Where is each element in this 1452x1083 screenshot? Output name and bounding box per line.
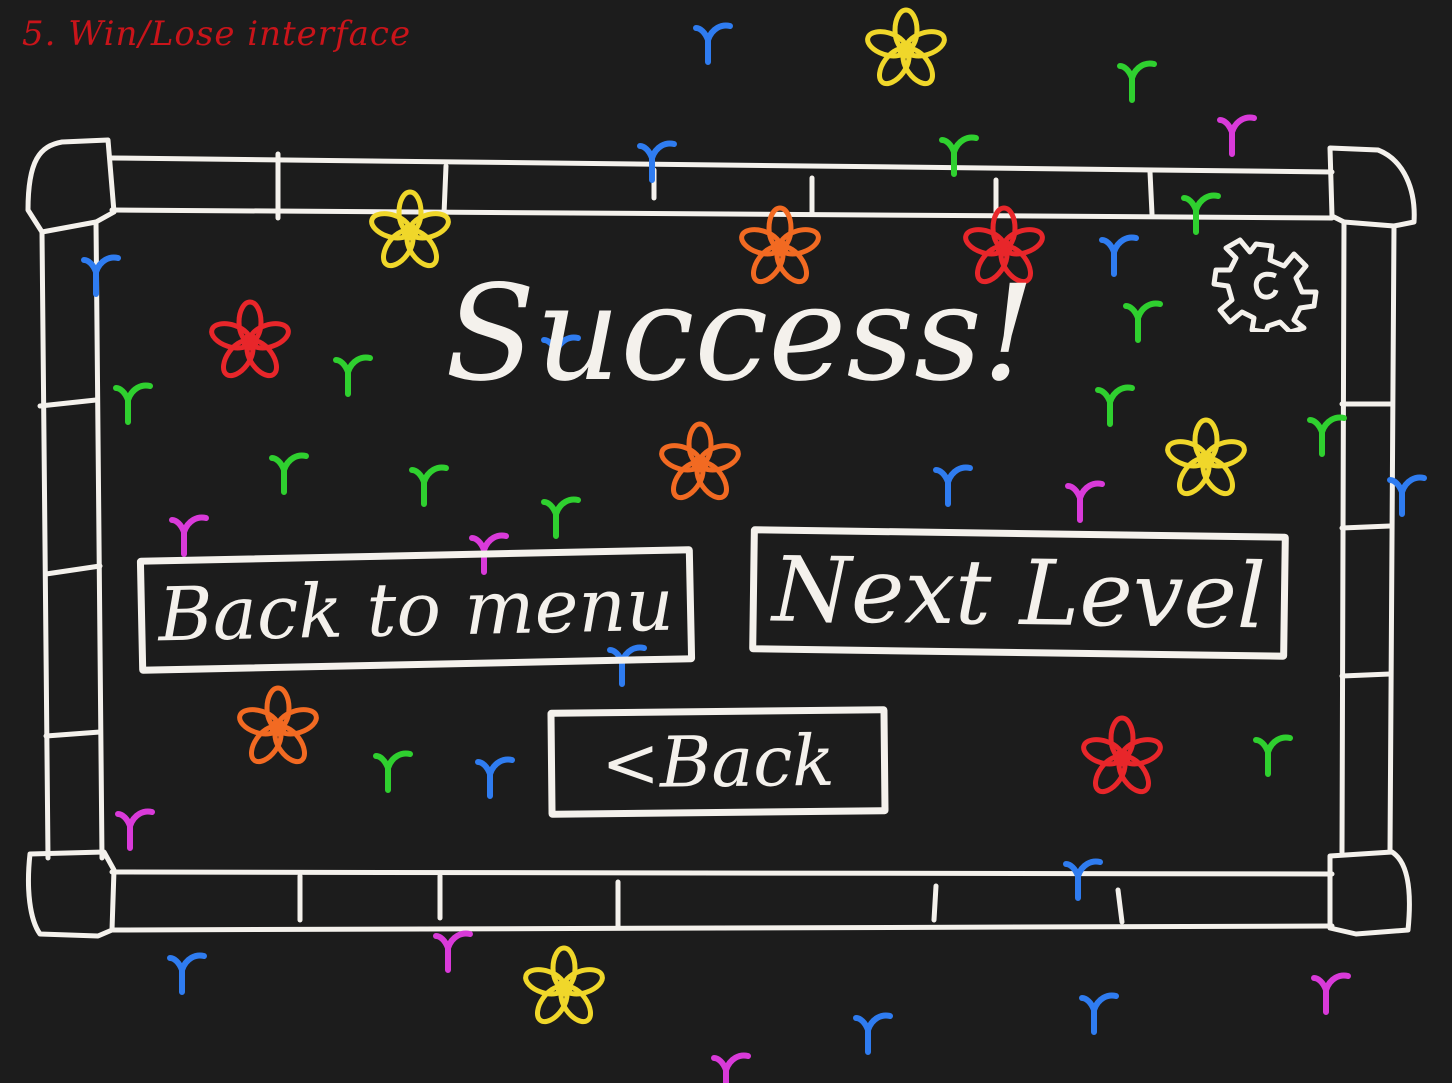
sprout-icon xyxy=(1390,478,1424,514)
sprout-icon xyxy=(1256,738,1290,774)
sprout-icon xyxy=(478,760,512,796)
flower-icon xyxy=(1081,718,1164,797)
win-screen: 5. Win/Lose interface Success! Back to m… xyxy=(0,0,1452,1083)
sprout-icon xyxy=(1066,862,1100,898)
sprout-icon xyxy=(1184,196,1218,232)
flower-icon xyxy=(865,10,948,89)
sprout-icon xyxy=(640,144,674,180)
flower-icon xyxy=(237,688,320,767)
flower-icon xyxy=(1165,420,1248,499)
sprout-icon xyxy=(1310,418,1344,454)
sprout-icon xyxy=(1120,64,1154,100)
sprout-icon xyxy=(172,518,206,554)
flower-icon xyxy=(659,424,742,503)
sprout-icon xyxy=(336,358,370,394)
flower-icon xyxy=(209,302,292,381)
sprout-icon xyxy=(1082,996,1116,1032)
sprout-icon xyxy=(436,934,470,970)
sprout-icon xyxy=(118,812,152,848)
sprout-icon xyxy=(1220,118,1254,154)
sprout-icon xyxy=(1102,238,1136,274)
sprout-icon xyxy=(116,386,150,422)
sprout-icon xyxy=(696,26,730,62)
next-level-button[interactable]: Next Level xyxy=(749,526,1289,660)
sprout-icon xyxy=(936,468,970,504)
sprout-icon xyxy=(1314,976,1348,1012)
sprout-icon xyxy=(942,138,976,174)
sprout-icon xyxy=(1068,484,1102,520)
sprout-icon xyxy=(376,754,410,790)
sprout-icon xyxy=(84,258,118,294)
sprout-icon xyxy=(170,956,204,992)
sprout-icon xyxy=(272,456,306,492)
success-title: Success! xyxy=(445,257,1035,411)
sprout-icon xyxy=(714,1056,748,1083)
sprout-icon xyxy=(1098,388,1132,424)
flower-icon xyxy=(523,948,606,1027)
back-to-menu-button[interactable]: Back to menu xyxy=(136,546,696,674)
gear-icon xyxy=(1211,237,1319,335)
sprout-icon xyxy=(856,1016,890,1052)
sprout-icon xyxy=(412,468,446,504)
screen-annotation: 5. Win/Lose interface xyxy=(22,14,412,54)
settings-button[interactable] xyxy=(1210,236,1322,335)
flower-icon xyxy=(369,192,452,271)
sprout-icon xyxy=(544,500,578,536)
sprout-icon xyxy=(1126,304,1160,340)
back-button[interactable]: <Back xyxy=(547,706,889,818)
